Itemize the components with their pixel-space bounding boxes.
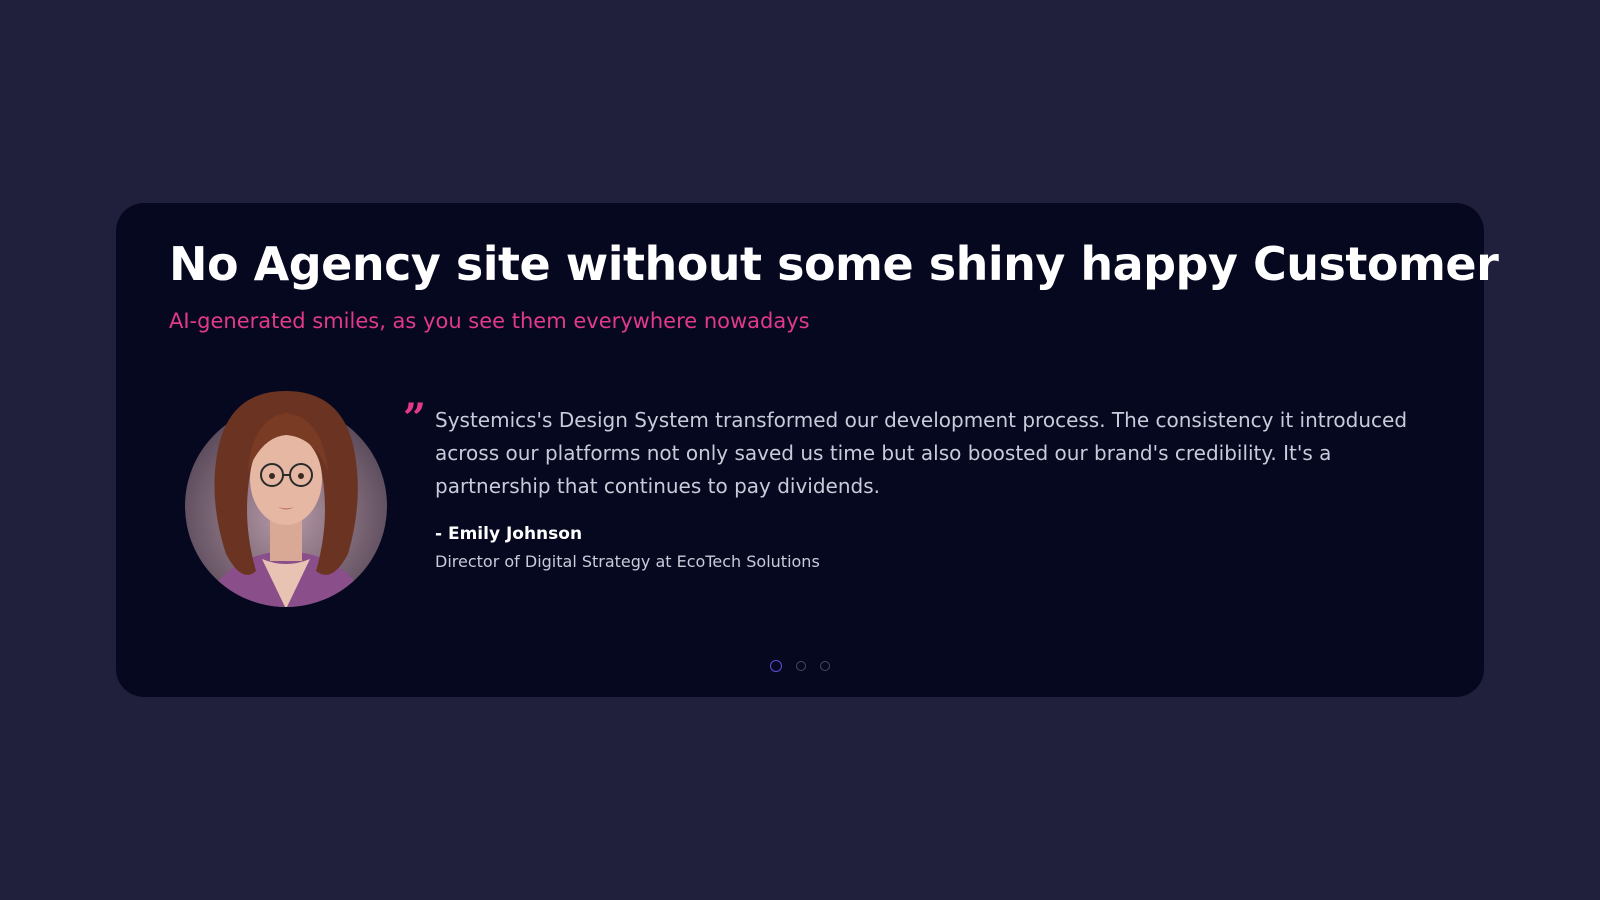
avatar — [182, 379, 388, 611]
testimonial-quote: Systemics's Design System transformed ou… — [435, 408, 1408, 498]
carousel-dot-2[interactable] — [796, 661, 806, 671]
carousel-pagination — [116, 660, 1484, 672]
section-title: No Agency site without some shiny happy … — [169, 237, 1499, 291]
carousel-dot-1[interactable] — [770, 660, 782, 672]
testimonial-card: No Agency site without some shiny happy … — [116, 203, 1499, 697]
carousel-dot-3[interactable] — [820, 661, 830, 671]
author-role: Director of Digital Strategy at EcoTech … — [435, 552, 820, 571]
section-subtitle: AI-generated smiles, as you see them eve… — [169, 309, 810, 333]
quote-icon: ” — [403, 395, 427, 442]
author-name: - Emily Johnson — [435, 524, 583, 544]
